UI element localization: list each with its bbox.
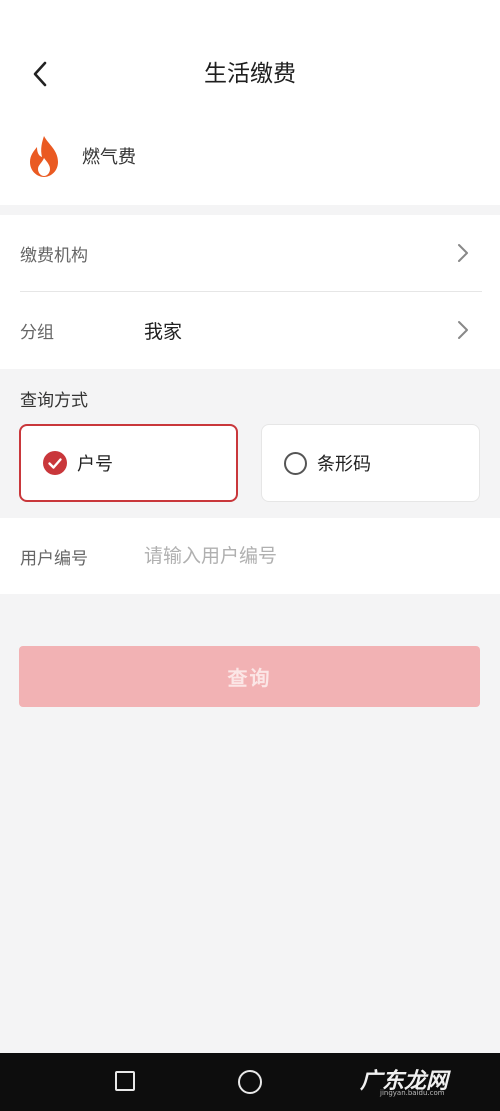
flame-icon bbox=[30, 136, 58, 177]
watermark-sub: jingyan.baidu.com bbox=[380, 1089, 445, 1097]
home-button[interactable] bbox=[238, 1070, 262, 1094]
radio-empty-icon bbox=[284, 451, 307, 475]
option-label: 条形码 bbox=[317, 454, 371, 475]
org-label: 缴费机构 bbox=[20, 245, 88, 266]
billing-info-card: 缴费机构 分组 我家 bbox=[0, 215, 500, 369]
system-nav-bar: 广东龙网 jingyan.baidu.com bbox=[0, 1053, 500, 1111]
option-account-number[interactable]: 户号 bbox=[19, 424, 238, 502]
service-type: 燃气费 bbox=[24, 132, 136, 180]
chevron-right-icon bbox=[458, 244, 468, 262]
watermark: 广东龙网 jingyan.baidu.com bbox=[360, 1063, 490, 1103]
group-label: 分组 bbox=[20, 322, 54, 343]
chevron-right-icon bbox=[458, 321, 468, 339]
user-number-row: 用户编号 bbox=[0, 518, 500, 594]
org-row[interactable]: 缴费机构 bbox=[0, 215, 500, 291]
service-label: 燃气费 bbox=[82, 147, 136, 168]
app-header: 生活缴费 燃气费 bbox=[0, 0, 500, 205]
query-button[interactable]: 查询 bbox=[19, 646, 480, 707]
group-value: 我家 bbox=[144, 320, 183, 343]
recent-apps-button[interactable] bbox=[115, 1071, 135, 1091]
check-circle-icon bbox=[43, 451, 67, 475]
query-method-title: 查询方式 bbox=[20, 391, 88, 411]
option-barcode[interactable]: 条形码 bbox=[261, 424, 480, 502]
option-label: 户号 bbox=[77, 454, 113, 475]
user-number-label: 用户编号 bbox=[20, 549, 88, 569]
page-title: 生活缴费 bbox=[204, 61, 296, 87]
user-number-input[interactable] bbox=[140, 536, 460, 576]
group-row[interactable]: 分组 我家 bbox=[0, 292, 500, 368]
